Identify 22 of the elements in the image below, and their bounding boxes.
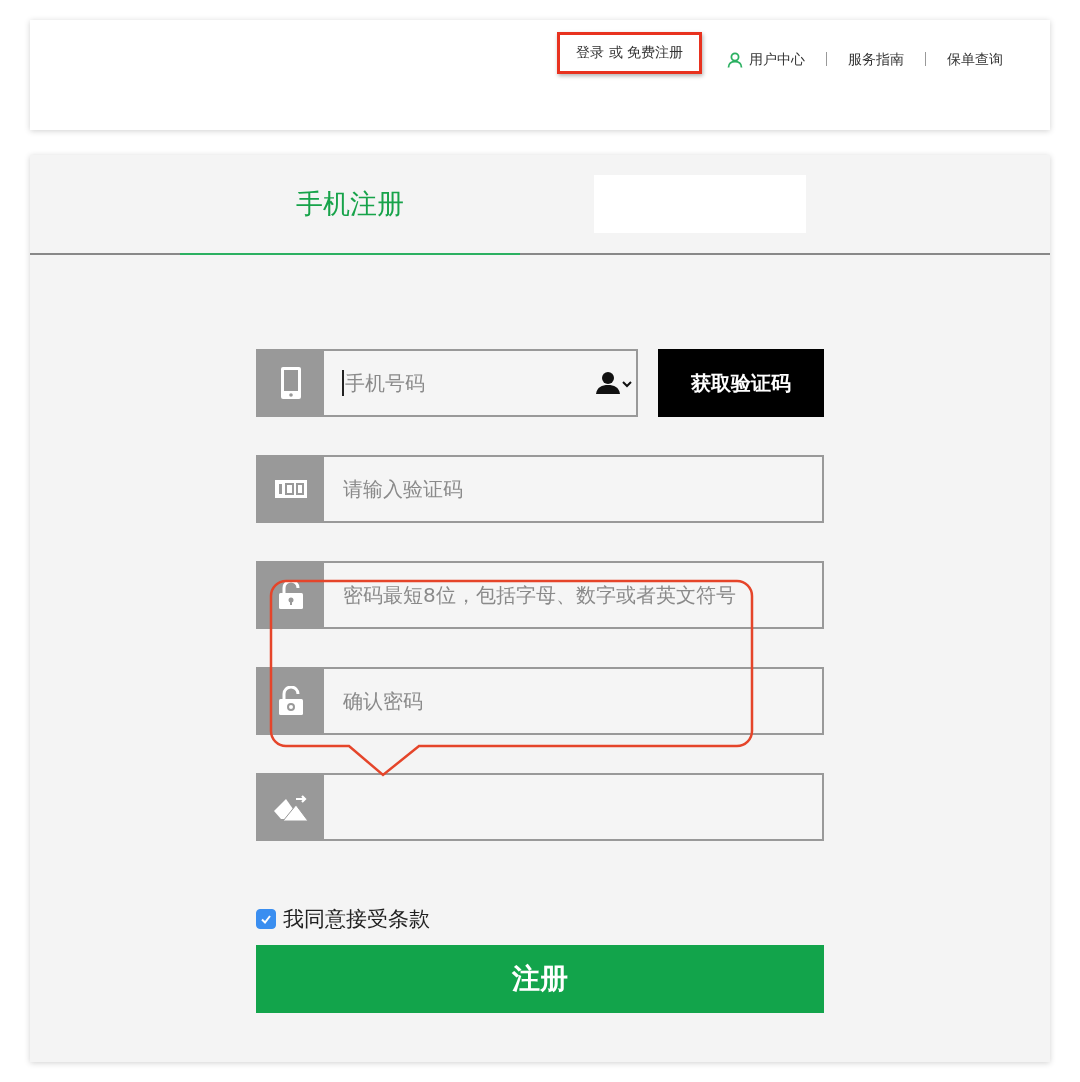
header-link[interactable]: 登录 或 免费注册 xyxy=(557,32,702,74)
contact-picker-icon[interactable] xyxy=(594,371,634,395)
agree-checkbox[interactable] xyxy=(256,909,276,929)
phone-icon xyxy=(280,366,302,400)
text-input[interactable]: 确认密码 xyxy=(342,689,822,713)
number-icon xyxy=(275,480,307,498)
lock-icon xyxy=(278,686,304,716)
text-input[interactable]: 密码最短8位，包括字母、数字或者英文符号 xyxy=(342,583,822,607)
captcha-icon xyxy=(272,792,310,822)
text-input[interactable]: 请输入验证码 xyxy=(342,477,822,501)
lock-icon xyxy=(278,580,304,610)
header-link[interactable]: 保单查询 xyxy=(934,42,1016,78)
header-link[interactable]: 用户中心 xyxy=(714,42,818,78)
get-code-button[interactable]: 获取验证码 xyxy=(658,349,824,417)
input-field[interactable]: 手机号码 xyxy=(256,349,638,417)
user-icon xyxy=(727,52,743,68)
input-field[interactable]: 确认密码 xyxy=(256,667,824,735)
header-link[interactable]: 服务指南 xyxy=(835,42,917,78)
input-field[interactable]: 请输入验证码 xyxy=(256,455,824,523)
text-input[interactable]: 手机号码 xyxy=(344,371,594,395)
agree-label: 我同意接受条款 xyxy=(283,906,430,933)
input-field[interactable]: 密码最短8位，包括字母、数字或者英文符号 xyxy=(256,561,824,629)
